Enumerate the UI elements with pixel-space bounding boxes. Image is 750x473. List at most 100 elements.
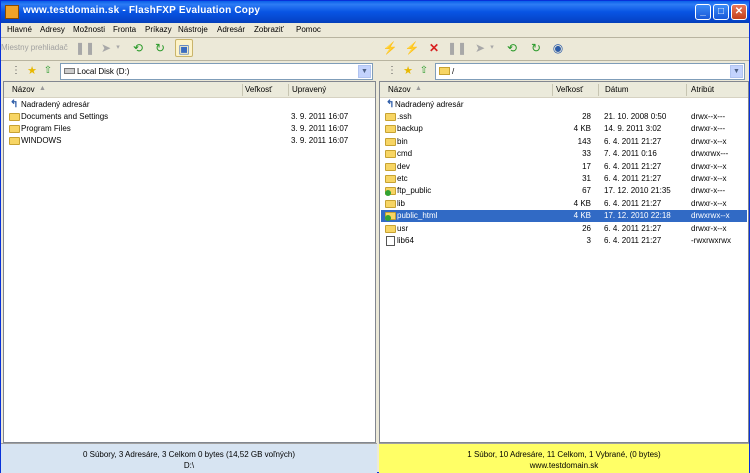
file-name: public_html bbox=[397, 211, 438, 221]
folder-icon bbox=[385, 162, 396, 171]
menu-pomoc[interactable]: Pomoc bbox=[296, 25, 321, 34]
file-date: 17. 12. 2010 22:18 bbox=[604, 211, 671, 221]
menu-moznosti[interactable]: Možnosti bbox=[73, 25, 105, 34]
column-attribute[interactable]: Atribút bbox=[691, 85, 714, 94]
file-size: 33 bbox=[582, 149, 591, 159]
list-item[interactable]: lib 4 KB 6. 4. 2011 21:27 drwxr-x--x bbox=[381, 198, 747, 210]
menu-prikazy[interactable]: Príkazy bbox=[145, 25, 172, 34]
file-date: 6. 4. 2011 21:27 bbox=[604, 223, 662, 233]
menu-nastroje[interactable]: Nástroje bbox=[178, 25, 208, 34]
close-button[interactable]: ✕ bbox=[731, 4, 747, 20]
parent-directory-icon: ↰ bbox=[386, 99, 395, 110]
column-size[interactable]: Veľkosť bbox=[245, 85, 272, 94]
disconnect-icon[interactable]: ✕ bbox=[425, 39, 443, 57]
file-attribute: drwxr-x--- bbox=[691, 124, 726, 134]
file-attribute: drwxr-x--x bbox=[691, 174, 727, 183]
list-item[interactable]: backup 4 KB 14. 9. 2011 3:02 drwxr-x--- bbox=[381, 123, 747, 135]
menu-adresar[interactable]: Adresár bbox=[217, 25, 245, 34]
folder-icon bbox=[9, 125, 20, 133]
title-bar[interactable]: www.testdomain.sk - FlashFXP Evaluation … bbox=[1, 1, 749, 23]
column-divider[interactable] bbox=[686, 84, 687, 96]
folder-up-icon[interactable]: ⇧ bbox=[39, 62, 57, 80]
flashfxp-app-icon bbox=[5, 5, 19, 19]
local-path-combo[interactable]: Local Disk (D:) ▼ bbox=[60, 63, 373, 80]
column-name[interactable]: Názov bbox=[388, 85, 411, 94]
chevron-down-icon[interactable]: ▼ bbox=[730, 65, 743, 78]
folder-icon bbox=[385, 125, 396, 134]
chevron-down-icon[interactable]: ▾ bbox=[487, 39, 497, 57]
file-size: 26 bbox=[582, 223, 591, 233]
list-item[interactable]: Program Files 3. 9. 2011 16:07 bbox=[5, 123, 374, 135]
file-name: WINDOWS bbox=[21, 136, 62, 145]
refresh-icon[interactable]: ↻ bbox=[151, 39, 169, 57]
file-date: 6. 4. 2011 21:27 bbox=[604, 236, 662, 245]
list-item[interactable]: public_html 4 KB 17. 12. 2010 22:18 drwxrwx… bbox=[381, 210, 747, 223]
column-divider[interactable] bbox=[552, 84, 553, 96]
folder-icon bbox=[9, 113, 20, 121]
menu-adresy[interactable]: Adresy bbox=[40, 25, 65, 34]
connect-icon[interactable]: ⚡ bbox=[381, 39, 399, 57]
minimize-button[interactable]: _ bbox=[695, 4, 711, 20]
file-attribute: drwxr-x--- bbox=[691, 186, 726, 196]
parent-directory-icon: ↰ bbox=[10, 99, 19, 110]
remote-status-summary: 1 Súbor, 10 Adresáre, 11 Celkom, 1 Vybra… bbox=[467, 450, 661, 459]
column-name[interactable]: Názov bbox=[12, 85, 35, 94]
file-name: Program Files bbox=[21, 124, 71, 133]
list-item[interactable]: cmd 33 7. 4. 2011 0:16 drwxrwx--- bbox=[381, 148, 747, 160]
local-list-header: Názov ▲ Veľkosť Upravený bbox=[4, 82, 375, 98]
list-item[interactable]: bin 143 6. 4. 2011 21:27 drwxr-x--x bbox=[381, 136, 747, 148]
local-browser-label: Miestny prehliadač bbox=[1, 43, 68, 52]
chevron-down-icon[interactable]: ▼ bbox=[358, 65, 371, 78]
globe-icon[interactable]: ◉ bbox=[549, 39, 567, 57]
file-size: 4 KB bbox=[573, 124, 591, 134]
file-date: 17. 12. 2010 21:35 bbox=[604, 186, 671, 196]
menu-fronta[interactable]: Fronta bbox=[113, 25, 136, 34]
list-item[interactable]: usr 26 6. 4. 2011 21:27 drwxr-x--x bbox=[381, 223, 747, 235]
refresh-folder-icon[interactable]: ⟲ bbox=[129, 39, 147, 57]
file-date: 6. 4. 2011 21:27 bbox=[604, 174, 662, 183]
column-size[interactable]: Veľkosť bbox=[556, 85, 583, 94]
file-name: backup bbox=[397, 124, 423, 134]
file-size: 67 bbox=[582, 186, 591, 196]
sort-arrow-icon: ▲ bbox=[39, 85, 46, 92]
column-date[interactable]: Dátum bbox=[605, 85, 629, 94]
parent-directory-row[interactable]: ↰ Nadradený adresár bbox=[381, 99, 747, 111]
refresh-icon[interactable]: ↻ bbox=[527, 39, 545, 57]
column-divider[interactable] bbox=[242, 84, 243, 96]
list-item[interactable]: .ssh 28 21. 10. 2008 0:50 drwx--x--- bbox=[381, 111, 747, 123]
column-divider[interactable] bbox=[288, 84, 289, 96]
maximize-button[interactable]: □ bbox=[713, 4, 729, 20]
file-attribute: drwxr-x--x bbox=[691, 223, 727, 233]
menu-zobrazit[interactable]: Zobraziť bbox=[254, 25, 284, 34]
pause-icon[interactable]: ❚❚ bbox=[75, 39, 95, 57]
local-file-list[interactable]: Názov ▲ Veľkosť Upravený ↰ Nadradený adr… bbox=[3, 81, 376, 443]
shared-folder-icon bbox=[385, 187, 396, 197]
remote-path-combo[interactable]: / ▼ bbox=[435, 63, 745, 80]
parent-directory-row[interactable]: ↰ Nadradený adresár bbox=[5, 99, 374, 111]
chevron-down-icon[interactable]: ▾ bbox=[113, 39, 123, 57]
remote-file-list[interactable]: Názov ▲ Veľkosť Dátum Atribút ↰ Nadraden… bbox=[379, 81, 749, 443]
list-item[interactable]: etc 31 6. 4. 2011 21:27 drwxr-x--x bbox=[381, 173, 747, 185]
file-size: 4 KB bbox=[573, 198, 591, 208]
column-modified[interactable]: Upravený bbox=[292, 85, 326, 94]
menu-hlavne[interactable]: Hlavné bbox=[7, 25, 32, 34]
file-date: 21. 10. 2008 0:50 bbox=[604, 112, 667, 121]
pause-icon[interactable]: ❚❚ bbox=[447, 39, 467, 57]
local-browser-toggle-icon[interactable]: ▣ bbox=[175, 39, 193, 57]
folder-icon bbox=[385, 175, 396, 183]
file-name: usr bbox=[397, 223, 409, 233]
refresh-folder-icon[interactable]: ⟲ bbox=[503, 39, 521, 57]
list-item[interactable]: ftp_public 67 17. 12. 2010 21:35 drwxr-x--- bbox=[381, 185, 747, 197]
list-item[interactable]: dev 17 6. 4. 2011 21:27 drwxr-x--x bbox=[381, 161, 747, 173]
file-date: 6. 4. 2011 21:27 bbox=[604, 161, 662, 171]
column-divider[interactable] bbox=[598, 84, 599, 96]
parent-directory-label: Nadradený adresár bbox=[21, 100, 90, 109]
folder-up-icon[interactable]: ⇧ bbox=[415, 62, 433, 80]
local-status-summary: 0 Súbory, 3 Adresáre, 3 Celkom 0 bytes (… bbox=[82, 450, 296, 459]
quick-connect-icon[interactable]: ⚡ bbox=[403, 39, 421, 57]
list-item[interactable]: lib64 3 6. 4. 2011 21:27 -rwxrwxrwx bbox=[381, 235, 747, 247]
file-date: 6. 4. 2011 21:27 bbox=[604, 136, 662, 146]
list-item[interactable]: WINDOWS 3. 9. 2011 16:07 bbox=[5, 135, 374, 147]
file-date: 7. 4. 2011 0:16 bbox=[604, 149, 657, 159]
list-item[interactable]: Documents and Settings 3. 9. 2011 16:07 bbox=[5, 111, 374, 123]
